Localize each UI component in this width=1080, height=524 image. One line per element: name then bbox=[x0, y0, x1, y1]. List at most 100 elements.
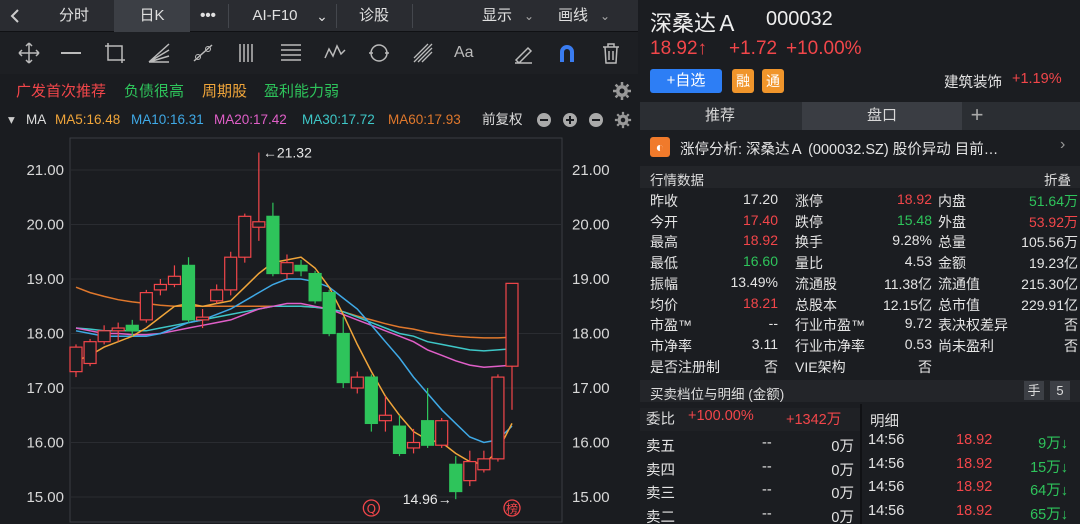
candle[interactable] bbox=[266, 215, 280, 275]
orderbook-row[interactable]: 卖四 -- 0万 bbox=[640, 459, 860, 482]
candle[interactable] bbox=[69, 346, 83, 373]
orderbook-row[interactable]: 卖三 -- 0万 bbox=[640, 482, 860, 505]
rank-marker[interactable]: 榜 bbox=[506, 501, 518, 516]
sector-name[interactable]: 建筑装饰 bbox=[944, 71, 1002, 92]
tab-fenshi[interactable]: 分时 bbox=[36, 0, 112, 32]
kline-svg[interactable]: 21.00 21.00 20.00 20.00 19.00 19.00 18.00 18.00… bbox=[0, 136, 638, 524]
margin-badge[interactable]: 融 bbox=[732, 69, 754, 93]
tab-diagnose[interactable]: 诊股 bbox=[342, 0, 406, 32]
add-watchlist-button[interactable]: +自选 bbox=[650, 69, 722, 93]
tag-debt[interactable]: 负债很高 bbox=[124, 80, 184, 101]
orderbook-row[interactable]: 卖二 -- 0万 bbox=[640, 506, 860, 524]
candle[interactable] bbox=[392, 425, 407, 454]
collapse-icon[interactable]: ▾ bbox=[8, 107, 15, 133]
candle[interactable] bbox=[167, 275, 182, 286]
tag-profit[interactable]: 盈利能力弱 bbox=[264, 80, 339, 101]
text-tool-icon[interactable]: Aa bbox=[454, 44, 480, 70]
candle[interactable] bbox=[421, 420, 435, 446]
candle[interactable] bbox=[364, 376, 378, 425]
rectangle-icon[interactable] bbox=[102, 40, 128, 66]
candle[interactable] bbox=[111, 327, 125, 332]
fold-button[interactable]: 折叠 bbox=[1044, 169, 1071, 189]
chart-settings-gear-icon[interactable] bbox=[614, 111, 632, 129]
connect-badge[interactable]: 通 bbox=[762, 69, 784, 93]
tab-recommend[interactable]: 推荐 bbox=[640, 102, 800, 130]
more-button[interactable]: ••• bbox=[190, 0, 226, 32]
tick-detail[interactable]: 明细 14:56 18.92 9万↓ 14:56 18.92 15万↓ 14:56 18.92… bbox=[862, 404, 1080, 524]
candle[interactable] bbox=[477, 458, 491, 471]
news-row[interactable]: ◐ 涨停分析: 深桑达Ａ (000032.SZ) 股价异动 目前… › bbox=[640, 136, 1080, 160]
candle[interactable] bbox=[308, 272, 322, 302]
crosshair-move-icon[interactable] bbox=[16, 40, 42, 66]
candle[interactable] bbox=[153, 283, 167, 291]
pen-icon[interactable] bbox=[510, 40, 536, 66]
kline-chart[interactable]: 21.00 21.00 20.00 20.00 19.00 19.00 18.00 18.00… bbox=[0, 136, 638, 524]
candle[interactable] bbox=[322, 292, 336, 335]
fibonacci-icon[interactable] bbox=[278, 40, 304, 66]
quote-label: VIE架构 bbox=[795, 358, 846, 375]
candle[interactable] bbox=[350, 376, 364, 389]
trash-icon[interactable] bbox=[598, 40, 624, 66]
candle[interactable] bbox=[505, 282, 519, 367]
draw-line-button[interactable]: 画线 bbox=[548, 0, 598, 32]
quote-label: 内盘 bbox=[938, 193, 966, 209]
y-tick-label-left: 15.00 bbox=[26, 489, 64, 506]
display-button[interactable]: 显示 bbox=[472, 0, 522, 32]
news-text[interactable]: 涨停分析: 深桑达Ａ (000032.SZ) 股价异动 目前… bbox=[680, 138, 998, 159]
vertical-lines-icon[interactable] bbox=[234, 40, 260, 66]
candle[interactable] bbox=[125, 324, 139, 332]
magnet-icon[interactable] bbox=[554, 40, 580, 66]
trend-line-icon[interactable] bbox=[190, 40, 216, 66]
quote-value: 105.56万 bbox=[1021, 234, 1078, 251]
candle[interactable] bbox=[195, 316, 210, 321]
plus-circle-icon[interactable] bbox=[562, 112, 578, 128]
fan-lines-icon[interactable] bbox=[146, 40, 172, 66]
candle[interactable] bbox=[406, 441, 421, 449]
candle[interactable] bbox=[252, 221, 266, 228]
circle-icon[interactable] bbox=[366, 40, 392, 66]
quote-value: 19.23亿 bbox=[1028, 255, 1078, 272]
news-arrow-icon[interactable]: › bbox=[1060, 136, 1065, 154]
minus-circle-icon[interactable] bbox=[536, 112, 552, 128]
tab-daily-k[interactable]: 日K bbox=[114, 0, 190, 32]
display-dropdown-icon[interactable]: ⌄ bbox=[522, 0, 536, 32]
candle[interactable] bbox=[97, 330, 111, 343]
orderbook-row[interactable]: 卖五 -- 0万 bbox=[640, 435, 860, 458]
tick-volume: 9万↓ bbox=[1038, 436, 1068, 452]
gann-icon[interactable] bbox=[410, 40, 436, 66]
quote-value: 否 bbox=[918, 358, 932, 375]
candle[interactable] bbox=[491, 376, 505, 460]
candle[interactable] bbox=[181, 264, 196, 321]
quote-label: 总股本 bbox=[795, 296, 837, 313]
candle[interactable] bbox=[83, 341, 97, 365]
candle[interactable] bbox=[463, 460, 477, 482]
hand-toggle[interactable]: 手 bbox=[1024, 381, 1044, 400]
horizontal-line-icon[interactable] bbox=[58, 40, 84, 66]
ma-label[interactable]: MA bbox=[26, 107, 46, 133]
candle[interactable] bbox=[336, 332, 350, 384]
candle[interactable] bbox=[139, 292, 153, 321]
candle[interactable] bbox=[224, 256, 238, 291]
tag-cyclical[interactable]: 周期股 bbox=[202, 80, 247, 101]
q-marker[interactable]: Q bbox=[367, 502, 376, 516]
candle[interactable] bbox=[210, 289, 224, 302]
ai-f10-dropdown-icon[interactable]: ⌄ bbox=[312, 0, 332, 32]
tab-ai-f10[interactable]: AI-F10 bbox=[236, 0, 314, 32]
candle[interactable] bbox=[449, 463, 463, 493]
quote-value: 18.92 bbox=[742, 232, 778, 249]
candle[interactable] bbox=[280, 262, 294, 275]
tag-recommend[interactable]: 广发首次推荐 bbox=[16, 80, 106, 101]
candle[interactable] bbox=[378, 414, 393, 422]
add-tab-button[interactable]: + bbox=[964, 102, 990, 130]
adjust-mode[interactable]: 前复权 bbox=[482, 107, 523, 133]
settings-gear-icon[interactable] bbox=[612, 81, 632, 101]
draw-dropdown-icon[interactable]: ⌄ bbox=[598, 0, 612, 32]
back-icon[interactable] bbox=[10, 9, 20, 23]
candle[interactable] bbox=[294, 264, 308, 272]
level-toggle[interactable]: 5 bbox=[1050, 381, 1070, 400]
tab-orderbook[interactable]: 盘口 bbox=[802, 102, 962, 130]
wave-icon[interactable] bbox=[322, 40, 348, 66]
candle[interactable] bbox=[435, 420, 449, 446]
candle[interactable] bbox=[238, 215, 252, 258]
minus-circle-icon-2[interactable] bbox=[588, 112, 604, 128]
